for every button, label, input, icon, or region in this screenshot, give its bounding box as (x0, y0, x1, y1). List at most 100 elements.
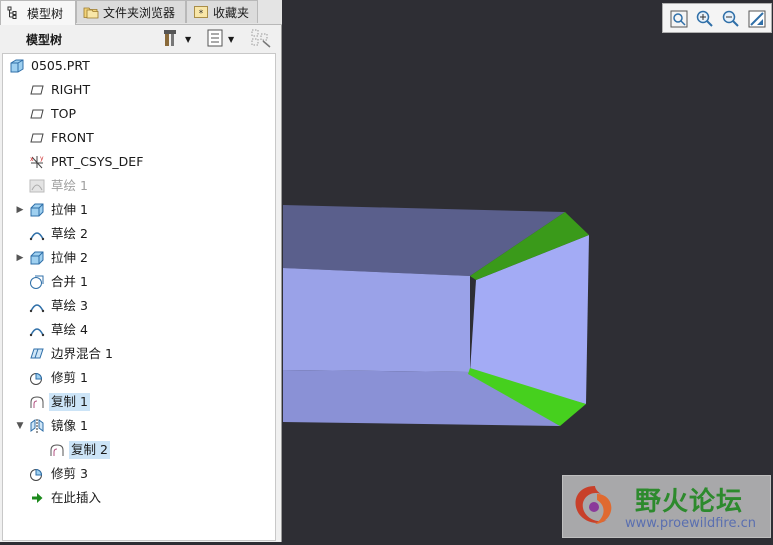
tree-item-label: FRONT (51, 130, 94, 145)
tab-label: 模型树 (27, 6, 64, 21)
tree-item-label: 草绘 2 (51, 226, 88, 241)
insert-here-icon (29, 490, 45, 506)
tab-model-tree[interactable]: 模型树 (0, 0, 76, 25)
tree-item-right[interactable]: RIGHT (3, 79, 273, 101)
refit-button[interactable] (669, 9, 689, 29)
tree-item-trim-3[interactable]: 修剪 3 (3, 463, 273, 485)
model-tree: 0505.PRT RIGHT TOP FRONT xy PRT_CSYS_DEF… (2, 53, 276, 541)
tree-item-label: 草绘 3 (51, 298, 88, 313)
tree-item-sketch-1[interactable]: 草绘 1 (3, 175, 273, 197)
zoom-out-button[interactable] (721, 9, 741, 29)
tree-item-label: 修剪 3 (51, 466, 88, 481)
mirror-icon (29, 418, 45, 434)
zoom-out-icon (721, 10, 741, 32)
tree-item-label: 草绘 4 (51, 322, 88, 337)
collapse-arrow-icon[interactable]: ▼ (15, 421, 25, 431)
chevron-down-icon: ▼ (228, 34, 235, 44)
toolbar-title: 模型树 (26, 33, 63, 47)
tree-item-label: 边界混合 1 (51, 346, 113, 361)
filter-icon (250, 28, 272, 51)
tree-item-mirror-1[interactable]: ▼ 镜像 1 (3, 415, 273, 437)
tree-item-sketch-4[interactable]: 草绘 4 (3, 319, 273, 341)
tree-item-merge-1[interactable]: 合并 1 (3, 271, 273, 293)
forum-title: 野火论坛 (635, 487, 744, 517)
tree-item-label: 草绘 1 (51, 178, 88, 193)
trim-icon (29, 466, 45, 482)
tree-item-sketch-2[interactable]: 草绘 2 (3, 223, 273, 245)
tree-item-label: 复制 2 (69, 441, 110, 459)
front-face (283, 268, 470, 372)
tree-item-label: 复制 1 (49, 393, 90, 411)
trim-icon (29, 370, 45, 386)
tree-item-sketch-3[interactable]: 草绘 3 (3, 295, 273, 317)
csys-icon: xy (29, 154, 45, 170)
model-graphic (283, 205, 589, 426)
tree-item-label: 镜像 1 (51, 418, 88, 433)
tree-item-label: PRT_CSYS_DEF (51, 154, 144, 169)
sketch-icon (29, 322, 45, 338)
tree-item-boundary-blend-1[interactable]: 边界混合 1 (3, 343, 273, 365)
tree-item-copy-2[interactable]: 复制 2 (3, 439, 273, 461)
tree-item-label: 拉伸 2 (51, 250, 88, 265)
tree-item-trim-1[interactable]: 修剪 1 (3, 367, 273, 389)
expand-arrow-icon[interactable]: ▶ (15, 205, 25, 215)
expand-arrow-icon[interactable]: ▶ (15, 253, 25, 263)
zoom-in-button[interactable] (695, 9, 715, 29)
tree-item-top[interactable]: TOP (3, 103, 273, 125)
tab-label: 文件夹浏览器 (103, 5, 176, 20)
refit-icon (669, 10, 689, 32)
copy-icon (29, 394, 45, 410)
tree-item-insert-here[interactable]: 在此插入 (3, 487, 273, 509)
svg-text:*: * (199, 9, 204, 19)
tree-item-extrude-1[interactable]: ▶ 拉伸 1 (3, 199, 273, 221)
svg-text:y: y (40, 155, 44, 162)
datum-plane-icon (29, 106, 45, 122)
forum-watermark: 野火论坛 www.proewildfire.cn (562, 475, 771, 538)
folder-browser-icon (83, 5, 99, 19)
filter-button[interactable] (250, 29, 272, 49)
tree-item-label: RIGHT (51, 82, 91, 97)
part-icon (9, 58, 25, 74)
forum-url: www.proewildfire.cn (625, 516, 756, 531)
datum-plane-icon (29, 82, 45, 98)
tools-icon (162, 28, 182, 51)
model-tree-icon (7, 6, 23, 20)
tree-item-label: 拉伸 1 (51, 202, 88, 217)
tree-item-label: TOP (51, 106, 77, 121)
merge-icon (29, 274, 45, 290)
tree-item-label: 合并 1 (51, 274, 88, 289)
settings-dropdown-button[interactable]: ▼ (162, 29, 191, 49)
show-dropdown-button[interactable]: ▼ (206, 29, 234, 49)
tab-bar: 模型树 文件夹浏览器 * 收藏夹 (0, 0, 282, 25)
graphics-viewport[interactable] (283, 0, 773, 542)
tree-item-label: 0505.PRT (31, 58, 90, 73)
sketch-icon (29, 226, 45, 242)
tab-favorites[interactable]: * 收藏夹 (186, 0, 258, 23)
repaint-button[interactable] (747, 9, 767, 29)
tree-item-label: 在此插入 (51, 490, 102, 505)
view-toolbar (662, 3, 772, 33)
repaint-icon (747, 10, 767, 32)
boundary-blend-icon (29, 346, 45, 362)
list-icon (206, 28, 224, 51)
sketch-icon (29, 178, 45, 194)
model-tree-panel: 模型树 文件夹浏览器 * 收藏夹 模型树 ▼ ▼ 0505.PRT RIGHT … (0, 0, 282, 542)
datum-plane-icon (29, 130, 45, 146)
tree-item-copy-1[interactable]: 复制 1 (3, 391, 273, 413)
extrude-icon (29, 202, 45, 218)
tree-toolbar: 模型树 ▼ ▼ (0, 25, 280, 52)
tab-folder-browser[interactable]: 文件夹浏览器 (76, 0, 186, 23)
sketch-icon (29, 298, 45, 314)
tree-item-extrude-2[interactable]: ▶ 拉伸 2 (3, 247, 273, 269)
tab-label: 收藏夹 (213, 5, 250, 20)
extrude-icon (29, 250, 45, 266)
favorites-icon: * (193, 5, 209, 19)
svg-text:x: x (30, 156, 34, 163)
tree-item-front[interactable]: FRONT (3, 127, 273, 149)
chevron-down-icon: ▼ (185, 34, 192, 44)
zoom-in-icon (695, 10, 715, 32)
tree-root[interactable]: 0505.PRT (3, 55, 273, 77)
forum-logo (575, 486, 612, 524)
tree-item-label: 修剪 1 (51, 370, 88, 385)
tree-item-csys[interactable]: xy PRT_CSYS_DEF (3, 151, 273, 173)
